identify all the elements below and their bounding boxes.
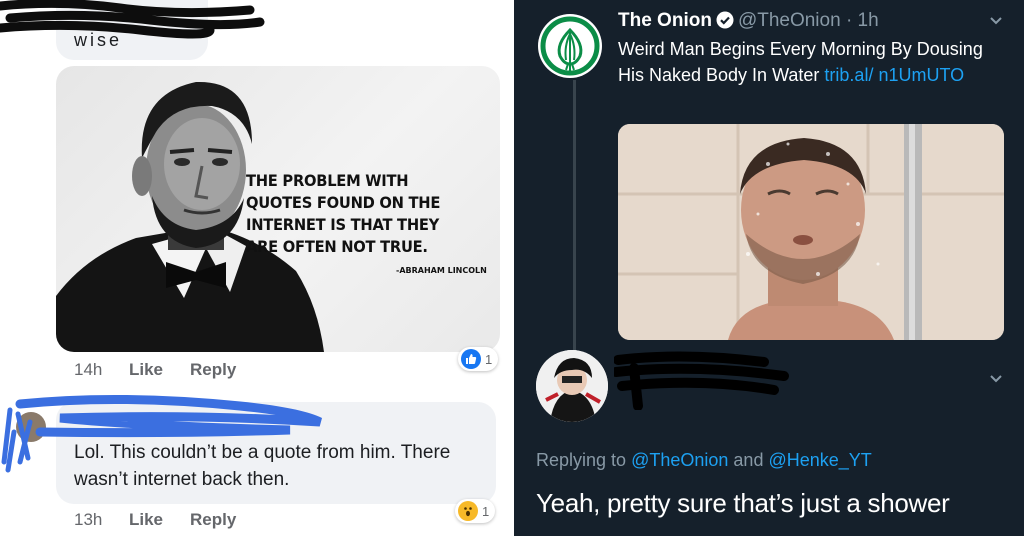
lincoln-quote-image[interactable]: THE PROBLEM WITH QUOTES FOUND ON THE INT…	[56, 66, 500, 352]
replying-joiner: and	[733, 450, 764, 470]
comment1-reply-button[interactable]: Reply	[190, 360, 236, 380]
replying-to-line: Replying to @TheOnion and @Henke_YT	[536, 450, 872, 471]
tweet-handle[interactable]: @TheOnion	[738, 10, 841, 31]
tweet-author-name[interactable]: The Onion	[618, 10, 712, 31]
comment2-reply-button[interactable]: Reply	[190, 510, 236, 530]
comment1-reaction-number: 1	[485, 351, 493, 367]
twitter-thread-panel: The Onion @TheOnion · 1h Weird Man Begins…	[514, 0, 1024, 536]
chevron-down-icon[interactable]	[988, 370, 1004, 386]
quote-text: THE PROBLEM WITH QUOTES FOUND ON THE INT…	[246, 171, 441, 256]
onion-logo-icon	[540, 16, 600, 76]
thumbs-up-icon	[461, 349, 481, 369]
reply-text: Yeah, pretty sure that’s just a shower	[536, 488, 950, 518]
tweet-time[interactable]: · 1h	[846, 10, 879, 31]
thread-line	[573, 80, 576, 352]
mention-henke[interactable]: @Henke_YT	[768, 450, 871, 470]
comment2-timestamp: 13h	[74, 510, 103, 529]
comment2-text: Lol. This couldn’t be a quote from him. …	[74, 442, 451, 490]
replier-avatar-art	[536, 350, 608, 422]
tweet-header: The Onion @TheOnion · 1h	[618, 10, 879, 35]
tweet-media-image[interactable]	[618, 124, 1004, 340]
comment2-reaction-count[interactable]: 1	[455, 499, 496, 523]
comment2-actions: 13h Like Reply	[0, 510, 514, 534]
onion-avatar[interactable]	[538, 14, 602, 78]
tweet-text: Weird Man Begins Every Morning By Dousin…	[618, 36, 998, 88]
tweet-link[interactable]: trib.al/ n1UmUTO	[824, 65, 964, 85]
redaction-scribble-name	[614, 351, 789, 410]
replying-prefix: Replying to	[536, 450, 627, 470]
comment1-timestamp: 14h	[74, 360, 103, 379]
mention-theonion[interactable]: @TheOnion	[631, 450, 728, 470]
verified-badge-icon	[716, 11, 734, 35]
comment1-actions: 14h Like Reply	[0, 360, 514, 384]
comment2-reaction-number: 1	[482, 503, 490, 519]
chevron-down-icon[interactable]	[988, 12, 1004, 28]
shower-photo	[618, 124, 1004, 340]
comment1-reaction-count[interactable]: 1	[458, 347, 499, 371]
quote-author: -ABRAHAM LINCOLN	[396, 266, 487, 275]
wow-face-icon	[458, 501, 478, 521]
facebook-comments-panel: wise THE PROBLEM WITH QUOTES FOUND ON TH…	[0, 0, 514, 536]
replier-avatar[interactable]	[536, 350, 608, 422]
comment1-like-button[interactable]: Like	[129, 360, 163, 380]
redaction-scribble-top	[0, 0, 265, 39]
comment2-like-button[interactable]: Like	[129, 510, 163, 530]
